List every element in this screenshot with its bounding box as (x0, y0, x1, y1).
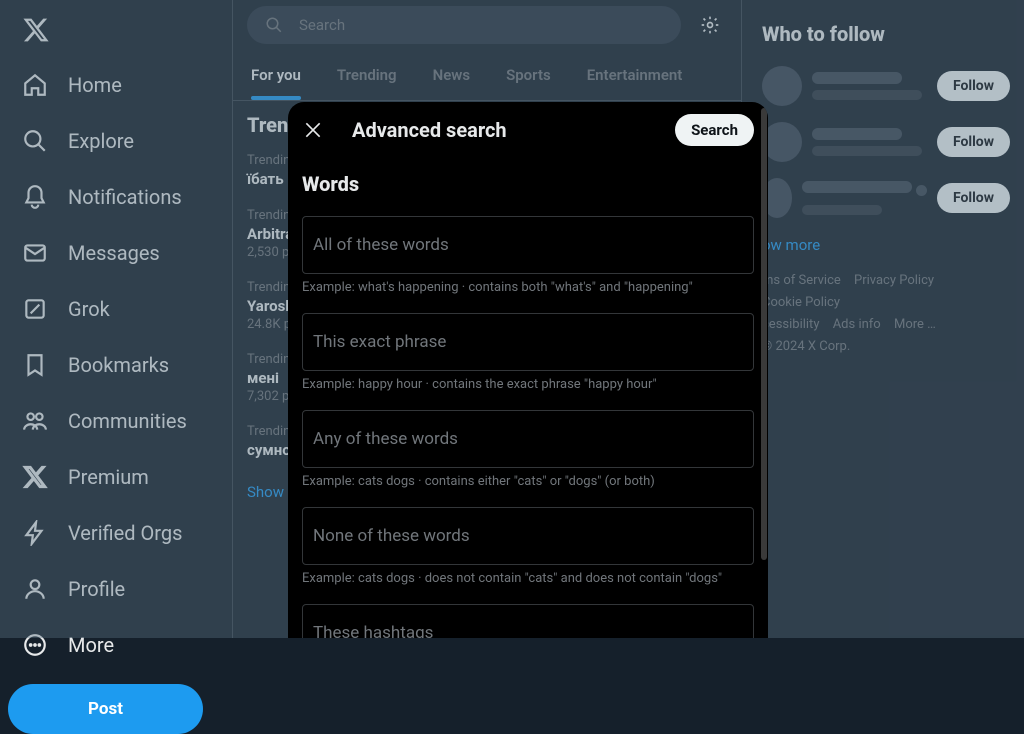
all-words-example: Example: what's happening · contains bot… (288, 274, 768, 303)
modal-title: Advanced search (352, 118, 647, 142)
exact-phrase-input[interactable] (313, 332, 743, 352)
modal-close-button[interactable] (302, 119, 324, 141)
exact-phrase-field[interactable] (302, 313, 754, 371)
any-words-input[interactable] (313, 429, 743, 449)
scrollbar-thumb[interactable] (761, 108, 767, 560)
modal-scrollbar[interactable] (760, 108, 768, 633)
none-words-input[interactable] (313, 526, 743, 546)
exact-phrase-example: Example: happy hour · contains the exact… (288, 371, 768, 400)
post-button[interactable]: Post (8, 684, 203, 734)
hashtags-input[interactable] (313, 623, 743, 638)
advanced-search-modal: Advanced search Search Words Example: wh… (288, 102, 768, 638)
all-words-field[interactable] (302, 216, 754, 274)
close-icon (303, 120, 323, 140)
none-words-field[interactable] (302, 507, 754, 565)
hashtags-field[interactable] (302, 604, 754, 638)
any-words-field[interactable] (302, 410, 754, 468)
modal-search-button[interactable]: Search (675, 114, 754, 146)
any-words-example: Example: cats dogs · contains either "ca… (288, 468, 768, 497)
section-words-header: Words (288, 158, 768, 206)
none-words-example: Example: cats dogs · does not contain "c… (288, 565, 768, 594)
all-words-input[interactable] (313, 235, 743, 255)
